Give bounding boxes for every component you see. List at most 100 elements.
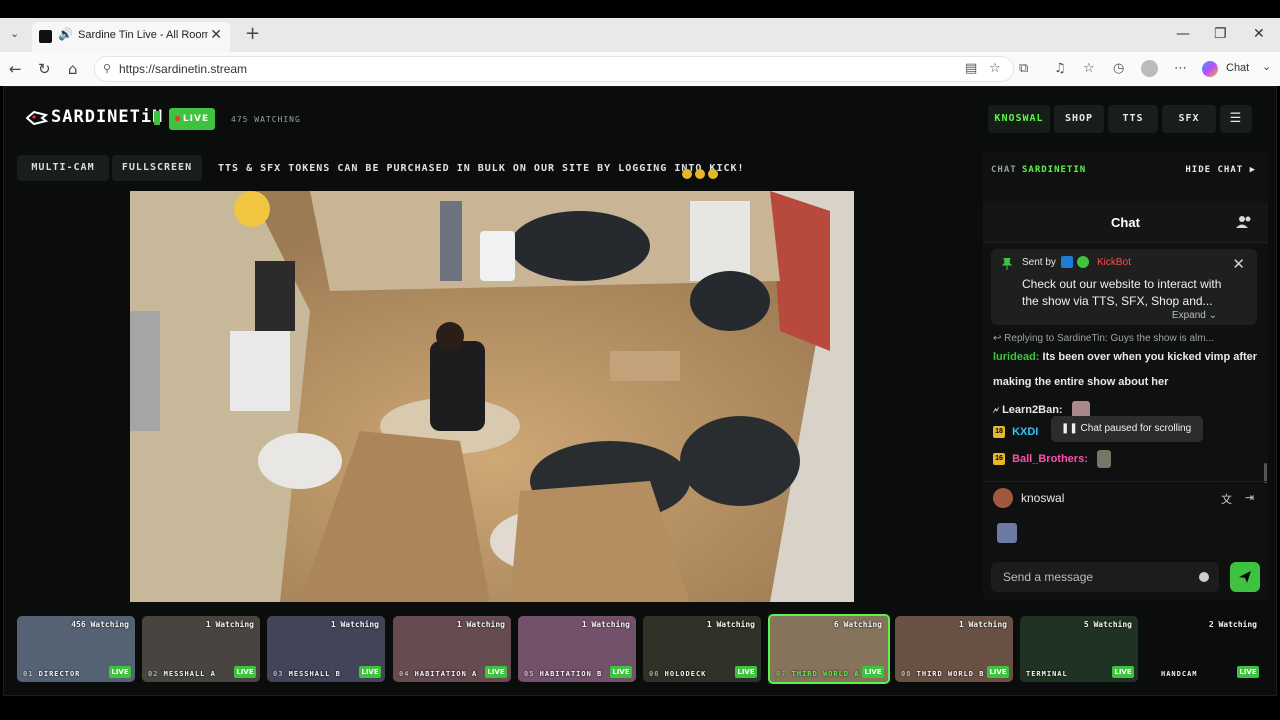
tab-list-chevron-icon[interactable]: ⌄ bbox=[10, 27, 19, 40]
copilot-chat-label[interactable]: Chat bbox=[1226, 62, 1249, 74]
address-bar-row: ← ↻ ⌂ ⚲ https://sardinetin.stream ▤ ☆ ⧉ … bbox=[0, 52, 1280, 86]
nav-user-knoswal[interactable]: KNOSWAL bbox=[988, 105, 1050, 133]
cam-name: 05 HABITATION B bbox=[524, 670, 603, 678]
url-field[interactable]: ⚲ https://sardinetin.stream bbox=[94, 56, 1014, 82]
pinned-sender[interactable]: KickBot bbox=[1097, 257, 1131, 268]
favorites-icon[interactable]: ☆ bbox=[1083, 61, 1095, 76]
moderator-badge-icon bbox=[1061, 256, 1073, 268]
announcement-ticker: TTS & SFX TOKENS CAN BE PURCHASED IN BUL… bbox=[218, 163, 745, 174]
nav-shop[interactable]: SHOP bbox=[1054, 105, 1104, 133]
media-icon[interactable]: ♫ bbox=[1054, 61, 1066, 76]
site-info-icon[interactable]: ⚲ bbox=[103, 62, 111, 75]
chat-user-row: knoswal 文 ⇥ bbox=[983, 481, 1268, 511]
chat-message: 16 Ball_Brothers: bbox=[993, 450, 1111, 468]
cam-watching: 1 Watching bbox=[706, 620, 755, 629]
screen-bottom-bar bbox=[0, 696, 1280, 720]
cam-thumbnail[interactable]: 1 Watching 04 HABITATION A LIVE bbox=[393, 616, 511, 682]
kick-chat-header: Chat bbox=[983, 203, 1268, 243]
video-player[interactable] bbox=[130, 191, 854, 602]
live-dot-icon bbox=[174, 116, 180, 121]
window-close-icon[interactable]: ✕ bbox=[1253, 26, 1265, 42]
home-icon[interactable]: ⌂ bbox=[68, 60, 78, 78]
maximize-icon[interactable]: ❐ bbox=[1214, 26, 1227, 42]
logout-icon[interactable]: ⇥ bbox=[1245, 491, 1254, 504]
cam-watching: 1 Watching bbox=[205, 620, 254, 629]
subscriber-badge: 16 bbox=[993, 453, 1005, 465]
cam-live-badge: LIVE bbox=[109, 666, 131, 678]
chat-channel-name: SARDINETIN bbox=[1022, 165, 1087, 175]
send-button[interactable] bbox=[1230, 562, 1260, 592]
chat-header: CHAT SARDINETIN HIDE CHAT ▶ bbox=[983, 151, 1268, 187]
back-icon[interactable]: ← bbox=[9, 60, 22, 78]
hide-chat-button[interactable]: HIDE CHAT ▶ bbox=[1185, 165, 1256, 175]
chat-paused-tooltip[interactable]: ❚❚ Chat paused for scrolling bbox=[1051, 416, 1203, 442]
emoji-icon[interactable] bbox=[1199, 572, 1209, 582]
chat-panel: CHAT SARDINETIN HIDE CHAT ▶ Chat Sent by… bbox=[983, 151, 1268, 599]
pinned-expand-button[interactable]: Expand ⌄ bbox=[1172, 310, 1217, 321]
cam-thumbnail[interactable]: 1 Watching 02 MESSHALL A LIVE bbox=[142, 616, 260, 682]
more-menu-icon[interactable]: ⋯ bbox=[1174, 61, 1187, 76]
current-username: knoswal bbox=[1021, 491, 1065, 505]
reload-icon[interactable]: ↻ bbox=[38, 60, 51, 78]
cam-watching: 1 Watching bbox=[958, 620, 1007, 629]
cam-thumbnail[interactable]: 1 Watching 08 THIRD WORLD B LIVE bbox=[895, 616, 1013, 682]
tab-close-icon[interactable]: ✕ bbox=[210, 27, 222, 43]
chat-username[interactable]: KXDI bbox=[1012, 426, 1038, 438]
new-tab-button[interactable]: + bbox=[245, 23, 260, 44]
multi-cam-button[interactable]: MULTI-CAM bbox=[17, 155, 109, 181]
profile-avatar[interactable] bbox=[1141, 60, 1158, 77]
emote-preview[interactable] bbox=[997, 523, 1017, 543]
cam-thumbnail-active[interactable]: 6 Watching 07 THIRD WORLD A LIVE bbox=[768, 614, 890, 684]
chat-message: luridead: Its been over when you kicked … bbox=[993, 351, 1257, 363]
cam-thumbnail[interactable]: 1 Watching 03 MESSHALL B LIVE bbox=[267, 616, 385, 682]
site-logo-text[interactable]: SARDINETiN bbox=[51, 107, 163, 127]
cam-live-badge: LIVE bbox=[862, 666, 884, 678]
cam-watching: 2 Watching bbox=[1208, 620, 1257, 629]
minimize-icon[interactable]: — bbox=[1176, 26, 1190, 42]
cam-thumbnail[interactable]: 1 Watching 06 HOLODECK LIVE bbox=[643, 616, 761, 682]
ticker-dots bbox=[682, 164, 721, 183]
cam-thumbnail[interactable]: 5 Watching TERMINAL LIVE bbox=[1020, 616, 1138, 682]
history-icon[interactable]: ◷ bbox=[1113, 61, 1124, 76]
sidebar-chevron-icon[interactable]: ⌄ bbox=[1262, 60, 1271, 73]
cam-live-badge: LIVE bbox=[359, 666, 381, 678]
cam-thumbnail[interactable]: 1 Watching 05 HABITATION B LIVE bbox=[518, 616, 636, 682]
cam-name: 01 DIRECTOR bbox=[23, 670, 81, 678]
chat-input[interactable]: Send a message bbox=[991, 562, 1219, 592]
copilot-icon[interactable] bbox=[1202, 61, 1218, 77]
emote-icon bbox=[1096, 450, 1111, 468]
speaker-icon[interactable]: 🔊 bbox=[58, 27, 73, 41]
live-label: LIVE bbox=[182, 114, 210, 124]
hamburger-menu-icon[interactable]: ☰ bbox=[1220, 105, 1252, 133]
extensions-icon[interactable]: ⧉ bbox=[1019, 61, 1028, 76]
chat-paused-text: Chat paused for scrolling bbox=[1080, 423, 1192, 434]
avatar[interactable] bbox=[993, 488, 1013, 508]
chat-username[interactable]: Learn2Ban: bbox=[1002, 404, 1063, 416]
users-icon[interactable] bbox=[1236, 215, 1252, 229]
sardinetin-site: SARDINETiN LIVE 475 WATCHING KNOSWAL SHO… bbox=[3, 86, 1277, 696]
chat-scrollbar[interactable] bbox=[1264, 463, 1267, 483]
tab-title: Sardine Tin Live - All Rooms, / bbox=[78, 29, 208, 41]
chat-username[interactable]: luridead: bbox=[993, 351, 1039, 363]
chat-label: CHAT bbox=[991, 165, 1017, 175]
cam-thumbnail[interactable]: 2 Watching HANDCAM LIVE bbox=[1145, 616, 1263, 682]
browser-tab-active[interactable]: 🔊 Sardine Tin Live - All Rooms, / ✕ bbox=[32, 22, 230, 52]
browser-chrome: ⌄ + 🔊 Sardine Tin Live - All Rooms, / ✕ … bbox=[0, 0, 1280, 86]
pinned-close-icon[interactable]: ✕ bbox=[1232, 255, 1245, 273]
chat-title: Chat bbox=[1111, 215, 1140, 230]
cam-live-badge: LIVE bbox=[987, 666, 1009, 678]
pinned-sent-by: Sent by bbox=[1022, 257, 1056, 268]
fullscreen-button[interactable]: FULLSCREEN bbox=[112, 155, 202, 181]
reader-icon[interactable]: ▤ bbox=[965, 61, 977, 76]
translate-icon[interactable]: 文 bbox=[1221, 491, 1232, 507]
live-badge: LIVE bbox=[169, 108, 215, 130]
cam-name: 02 MESSHALL A bbox=[148, 670, 216, 678]
chat-username[interactable]: Ball_Brothers: bbox=[1012, 453, 1088, 465]
cam-live-badge: LIVE bbox=[485, 666, 507, 678]
cam-thumbnail[interactable]: 456 Watching 01 DIRECTOR LIVE bbox=[17, 616, 135, 682]
nav-sfx[interactable]: SFX bbox=[1162, 105, 1216, 133]
favorite-star-icon[interactable]: ☆ bbox=[989, 61, 1001, 76]
logo-accent bbox=[154, 111, 160, 125]
nav-tts[interactable]: TTS bbox=[1108, 105, 1158, 133]
cam-name: 08 THIRD WORLD B bbox=[901, 670, 985, 678]
